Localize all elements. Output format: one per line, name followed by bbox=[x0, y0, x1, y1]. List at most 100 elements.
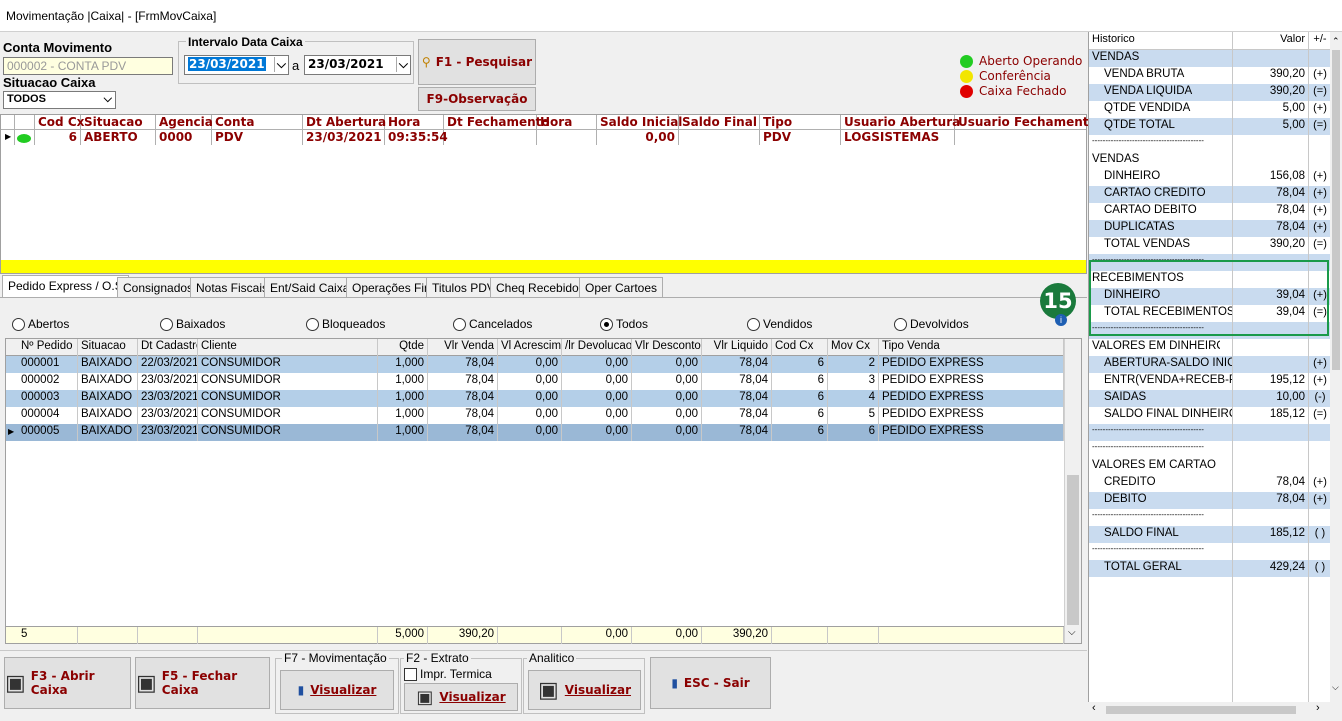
resumo-row[interactable]: QTDE VENDIDA 5,00 (+) bbox=[1089, 101, 1331, 118]
resumo-vscroll[interactable]: ⌃ ⌵ bbox=[1330, 32, 1342, 702]
col-sinal[interactable]: +/- bbox=[1312, 33, 1328, 45]
tab-notas-fiscais[interactable]: Notas Fiscais bbox=[190, 277, 275, 297]
table-row[interactable]: 000001 BAIXADO 22/03/2021 CONSUMIDOR 1,000 78… bbox=[6, 356, 1064, 373]
col-usuario-fechamento[interactable]: Usuario Fechamento bbox=[955, 115, 1097, 131]
resumo-row[interactable]: ----------------------------------------… bbox=[1089, 509, 1331, 526]
situacao-select[interactable]: TODOS ⌵ bbox=[3, 91, 116, 109]
scroll-up-icon[interactable]: ⌃ bbox=[1332, 36, 1340, 47]
resumo-row[interactable]: VALORES EM CARTAO bbox=[1089, 458, 1331, 475]
resumo-row[interactable]: DINHEIRO 156,08 (+) bbox=[1089, 169, 1331, 186]
date-from-input[interactable]: 23/03/2021 ⌵ bbox=[184, 55, 289, 75]
resumo-row[interactable]: ENTR(VENDA+RECEB-PGTO) 195,12 (+) bbox=[1089, 373, 1331, 390]
radio-devolvidos[interactable]: Devolvidos bbox=[894, 317, 969, 331]
resumo-hscroll[interactable]: ‹ › bbox=[1088, 702, 1330, 718]
scroll-left-icon[interactable]: ‹ bbox=[1092, 702, 1096, 714]
tab-cheq-recebidos[interactable]: Cheq Recebidos bbox=[490, 277, 591, 297]
resumo-row[interactable]: SAIDAS 10,00 (-) bbox=[1089, 390, 1331, 407]
col-saldo-inicial[interactable]: Saldo Inicial bbox=[597, 115, 682, 131]
radio-vendidos[interactable]: Vendidos bbox=[747, 317, 812, 331]
col-vlr-venda[interactable]: Vlr Venda bbox=[428, 339, 498, 356]
visualizar-analitico-button[interactable]: ▣ Visualizar bbox=[528, 670, 641, 710]
calendar-dropdown-icon[interactable]: ⌵ bbox=[395, 57, 408, 72]
radio-abertos[interactable]: Abertos bbox=[12, 317, 69, 331]
col-vlr-desconto[interactable]: Vlr Desconto bbox=[632, 339, 702, 356]
pedidos-scrollbar[interactable]: ⌵ bbox=[1064, 339, 1081, 643]
scroll-thumb[interactable] bbox=[1332, 50, 1340, 370]
tab-ent-said-caixa[interactable]: Ent/Said Caixa bbox=[264, 277, 356, 297]
resumo-row[interactable]: QTDE TOTAL 5,00 (=) bbox=[1089, 118, 1331, 135]
col-usuario-abertura[interactable]: Usuario Abertura bbox=[841, 115, 960, 131]
scroll-thumb[interactable] bbox=[1106, 706, 1296, 714]
table-row[interactable]: ▶ 000005 BAIXADO 23/03/2021 CONSUMIDOR 1,000 7… bbox=[6, 424, 1064, 441]
resumo-row[interactable]: ----------------------------------------… bbox=[1089, 424, 1331, 441]
calendar-dropdown-icon[interactable]: ⌵ bbox=[273, 57, 286, 72]
scroll-down-icon[interactable]: ⌵ bbox=[1332, 682, 1339, 693]
table-row[interactable]: 000002 BAIXADO 23/03/2021 CONSUMIDOR 1,000 78… bbox=[6, 373, 1064, 390]
resumo-row[interactable]: CARTAO DEBITO 78,04 (+) bbox=[1089, 203, 1331, 220]
info-icon[interactable]: i bbox=[1055, 314, 1067, 326]
pedidos-grid[interactable]: Nº Pedido Situacao Dt Cadastro Cliente Qtde V… bbox=[5, 338, 1082, 644]
radio-bloqueados[interactable]: Bloqueados bbox=[306, 317, 385, 331]
tab-pedido-express[interactable]: Pedido Express / O.S bbox=[2, 275, 129, 297]
radio-cancelados[interactable]: Cancelados bbox=[453, 317, 532, 331]
col-conta[interactable]: Conta bbox=[212, 115, 254, 131]
tab-consignados[interactable]: Consignados bbox=[117, 277, 200, 297]
col-saldo-final[interactable]: Saldo Final bbox=[679, 115, 757, 131]
sair-button[interactable]: ▮ ESC - Sair bbox=[650, 657, 771, 709]
impr-termica-checkbox[interactable]: Impr. Termica bbox=[404, 667, 492, 681]
pesquisar-button[interactable]: ⚲ F1 - Pesquisar bbox=[418, 39, 536, 85]
resumo-row[interactable]: VENDAS bbox=[1089, 152, 1331, 169]
col-qtde[interactable]: Qtde bbox=[378, 339, 428, 356]
resumo-row[interactable]: ----------------------------------------… bbox=[1089, 441, 1331, 458]
date-to-input[interactable]: 23/03/2021 ⌵ bbox=[304, 55, 411, 75]
resumo-row[interactable]: CREDITO 78,04 (+) bbox=[1089, 475, 1331, 492]
radio-baixados[interactable]: Baixados bbox=[160, 317, 225, 331]
col-cod-cx[interactable]: Cod Cx bbox=[35, 115, 84, 131]
resumo-row[interactable]: TOTAL GERAL 429,24 ( ) bbox=[1089, 560, 1331, 577]
caixa-grid[interactable]: Cod Cx Situacao Agencia Conta Dt Abertur… bbox=[0, 114, 1097, 274]
visualizar-mov-button[interactable]: ▮ Visualizar bbox=[280, 670, 394, 710]
col-cliente[interactable]: Cliente bbox=[198, 339, 378, 356]
col-cod-cx[interactable]: Cod Cx bbox=[772, 339, 828, 356]
col-dt-cadastro[interactable]: Dt Cadastro bbox=[138, 339, 198, 356]
resumo-row[interactable]: ----------------------------------------… bbox=[1089, 135, 1331, 152]
observacao-button[interactable]: F9-Observação bbox=[418, 87, 536, 111]
col-tipo[interactable]: Tipo bbox=[760, 115, 792, 131]
col-valor[interactable]: Valor bbox=[1280, 33, 1305, 45]
col-tipo-venda[interactable]: Tipo Venda bbox=[879, 339, 1064, 356]
scroll-right-icon[interactable]: › bbox=[1316, 702, 1320, 714]
col-situacao[interactable]: Situacao bbox=[78, 339, 138, 356]
col-historico[interactable]: Historico bbox=[1092, 33, 1135, 45]
resumo-row[interactable]: DUPLICATAS 78,04 (+) bbox=[1089, 220, 1331, 237]
resumo-row[interactable]: ABERTURA-SALDO INICIAL (+) bbox=[1089, 356, 1331, 373]
conta-input[interactable]: 000002 - CONTA PDV bbox=[3, 57, 173, 75]
tab-oper-cartoes[interactable]: Oper Cartoes bbox=[579, 277, 664, 297]
table-row[interactable]: 000003 BAIXADO 23/03/2021 CONSUMIDOR 1,000 78… bbox=[6, 390, 1064, 407]
col-agencia[interactable]: Agencia bbox=[156, 115, 213, 131]
abrir-caixa-button[interactable]: ▣ F3 - Abrir Caixa bbox=[4, 657, 131, 709]
fechar-caixa-button[interactable]: ▣ F5 - Fechar Caixa bbox=[135, 657, 270, 709]
resumo-row[interactable]: TOTAL VENDAS 390,20 (=) bbox=[1089, 237, 1331, 254]
scroll-down-icon[interactable]: ⌵ bbox=[1068, 627, 1076, 638]
col-dt-abertura[interactable]: Dt Abertura bbox=[303, 115, 386, 131]
col-pedido[interactable]: Nº Pedido bbox=[18, 339, 78, 356]
resumo-row[interactable]: CARTAO CREDITO 78,04 (+) bbox=[1089, 186, 1331, 203]
scroll-thumb[interactable] bbox=[1067, 475, 1079, 625]
radio-todos[interactable]: Todos bbox=[600, 317, 648, 331]
col-vlr-liquido[interactable]: Vlr Liquido bbox=[702, 339, 772, 356]
resumo-row[interactable]: DEBITO 78,04 (+) bbox=[1089, 492, 1331, 509]
table-row[interactable]: 000004 BAIXADO 23/03/2021 CONSUMIDOR 1,000 78… bbox=[6, 407, 1064, 424]
col-vl-acrescim[interactable]: Vl Acrescim bbox=[498, 339, 562, 356]
col-dt-fechamento[interactable]: Dt Fechamento bbox=[444, 115, 550, 131]
resumo-row[interactable]: SALDO FINAL DINHEIRO 185,12 (=) bbox=[1089, 407, 1331, 424]
resumo-row[interactable]: VENDA BRUTA 390,20 (+) bbox=[1089, 67, 1331, 84]
col-situacao[interactable]: Situacao bbox=[81, 115, 143, 131]
tab-operacoes-fin[interactable]: Operações Fin bbox=[346, 277, 437, 297]
visualizar-extrato-button[interactable]: ▣ Visualizar bbox=[404, 683, 518, 711]
col-hora-fech[interactable]: Hora bbox=[537, 115, 572, 131]
col-hora[interactable]: Hora bbox=[385, 115, 420, 131]
resumo-row[interactable]: VALORES EM DINHEIRO bbox=[1089, 339, 1331, 356]
resumo-row[interactable]: ----------------------------------------… bbox=[1089, 543, 1331, 560]
col-vlr-devolucao[interactable]: /lr Devolucao bbox=[562, 339, 632, 356]
resumo-row[interactable]: VENDAS bbox=[1089, 50, 1331, 67]
